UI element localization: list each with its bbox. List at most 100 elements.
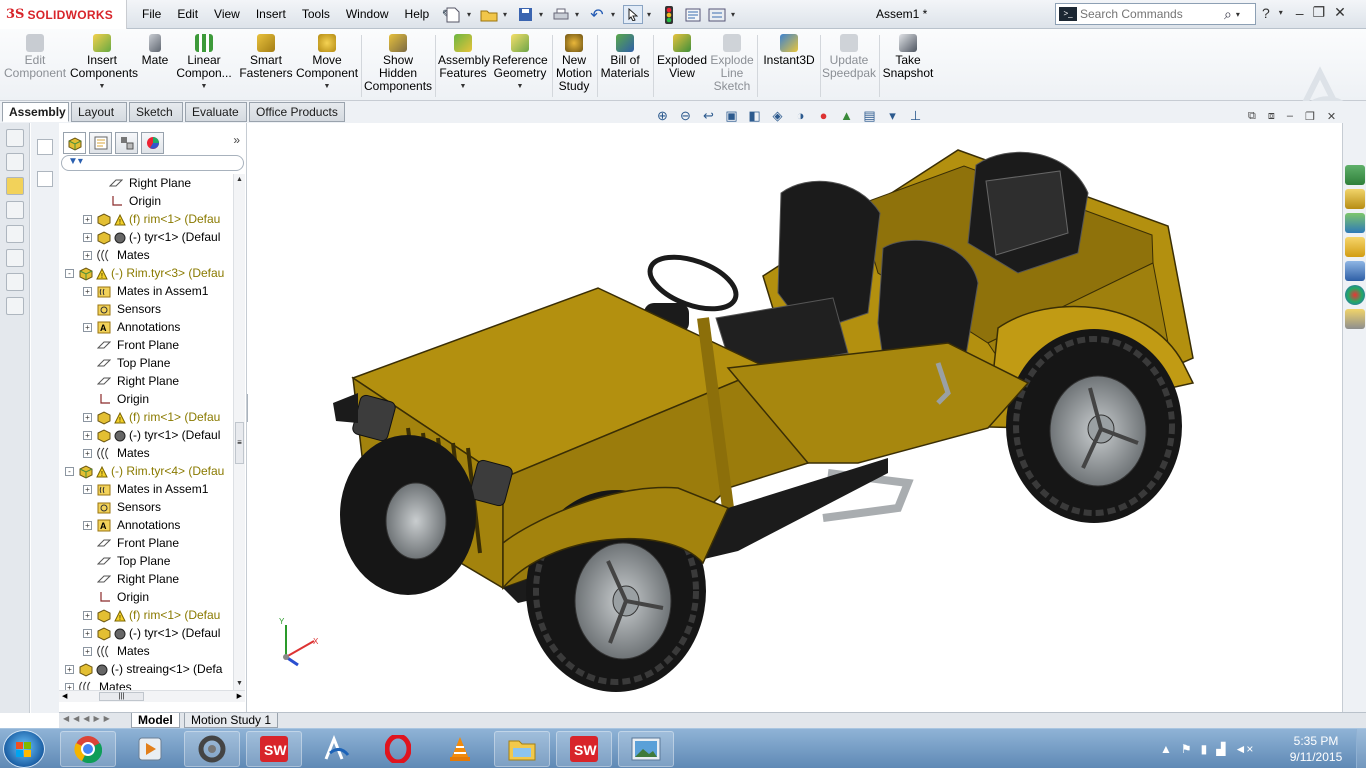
tree-node[interactable]: + Mates <box>59 642 233 660</box>
save-icon[interactable] <box>515 5 535 24</box>
view-orientation-icon[interactable]: ◧ <box>746 108 763 124</box>
system-clock[interactable]: 5:35 PM 9/11/2015 <box>1284 733 1348 765</box>
edit-part-icon[interactable] <box>5 177 24 195</box>
expand-node-icon[interactable]: + <box>83 629 92 638</box>
sketch-tool-icon[interactable] <box>5 129 24 147</box>
explode-line-sketch-button[interactable]: Explode Line Sketch <box>710 34 754 93</box>
collapse-node-icon[interactable]: - <box>65 467 74 476</box>
options-icon[interactable] <box>707 5 727 24</box>
zoom-to-area-icon[interactable]: ⊖ <box>677 108 694 124</box>
assembly-features-button[interactable]: Assembly Features ▼ <box>438 34 490 93</box>
graphics-area[interactable] <box>248 123 1342 712</box>
help-icon[interactable]: ? <box>1262 5 1270 21</box>
menu-edit[interactable]: Edit <box>169 0 206 29</box>
property-manager-tab-icon[interactable] <box>89 132 112 154</box>
menu-tools[interactable]: Tools <box>294 0 338 29</box>
expand-node-icon[interactable]: + <box>83 611 92 620</box>
rotate-view-icon[interactable]: ⊥ <box>907 108 924 124</box>
take-snapshot-button[interactable]: Take Snapshot <box>882 34 934 80</box>
viewport-restore-icon[interactable]: ❐ <box>1305 110 1315 123</box>
tree-node[interactable]: -! (-) Rim.tyr<3> (Defau <box>59 264 233 282</box>
smart-fasteners-button[interactable]: Smart Fasteners <box>238 34 294 80</box>
edit-appearance-icon[interactable]: ● <box>815 108 832 124</box>
close-icon[interactable]: ✕ <box>1334 4 1346 21</box>
viewport-minimize-icon[interactable]: – <box>1287 110 1293 123</box>
print-icon[interactable] <box>551 5 571 24</box>
select-dropdown-icon[interactable]: ▾ <box>647 10 655 19</box>
undo-icon[interactable]: ↶ <box>587 5 607 24</box>
file-properties-icon[interactable] <box>683 5 703 24</box>
jeep-3d-model[interactable] <box>248 123 1342 712</box>
tree-node[interactable]: + (-) tyr<1> (Defaul <box>59 426 233 444</box>
expand-node-icon[interactable]: + <box>83 647 92 656</box>
scroll-up-icon[interactable]: ▲ <box>234 174 245 186</box>
tree-node[interactable]: + A Annotations <box>59 516 233 534</box>
linear-component-dropdown-icon[interactable]: ▼ <box>176 80 232 93</box>
smart-dimension-icon[interactable] <box>5 153 24 171</box>
tree-node[interactable]: Sensors <box>59 498 233 516</box>
tab-evaluate[interactable]: Evaluate <box>185 102 247 122</box>
help-dropdown-icon[interactable]: ▾ <box>1279 8 1287 17</box>
file-explorer-taskbar-icon[interactable] <box>494 731 550 767</box>
tile-view-icon[interactable]: ⧈ <box>1268 110 1275 123</box>
opera-taskbar-icon[interactable] <box>370 731 426 767</box>
resources-icon[interactable] <box>1344 165 1365 185</box>
design-library-icon[interactable] <box>1344 213 1365 233</box>
show-hidden-icons-icon[interactable]: ▲ <box>1160 742 1172 756</box>
tab-navigation-icon[interactable]: ◀◀◀▶▶ <box>63 714 114 723</box>
expand-node-icon[interactable]: + <box>65 665 74 674</box>
hud-dropdown-icon[interactable]: ▾ <box>884 108 901 124</box>
tree-node[interactable]: Right Plane <box>59 570 233 588</box>
menu-insert[interactable]: Insert <box>248 0 294 29</box>
scroll-down-icon[interactable]: ▼ <box>234 678 245 690</box>
collapse-node-icon[interactable]: - <box>65 269 74 278</box>
insert-components-dropdown-icon[interactable]: ▼ <box>70 80 134 93</box>
media-player-taskbar-icon[interactable] <box>122 731 178 767</box>
minimize-icon[interactable]: – <box>1296 5 1304 21</box>
tree-node[interactable]: + Mates <box>59 444 233 462</box>
print-dropdown-icon[interactable]: ▾ <box>575 10 583 19</box>
tree-node[interactable]: Front Plane <box>59 336 233 354</box>
feature-tree-tab-icon[interactable] <box>63 132 86 154</box>
tree-node[interactable]: +! (f) rim<1> (Defau <box>59 606 233 624</box>
mold-tools-icon[interactable] <box>5 297 24 315</box>
assembly-features-dropdown-icon[interactable]: ▼ <box>438 80 488 93</box>
surface-icon[interactable] <box>5 225 24 243</box>
update-speedpak-button[interactable]: Update Speedpak <box>822 34 876 80</box>
home-icon[interactable] <box>1344 189 1365 209</box>
hide-show-items-icon[interactable]: ◑ <box>792 108 809 124</box>
solidworks-taskbar-icon[interactable]: SW <box>246 731 302 767</box>
vlc-taskbar-icon[interactable] <box>432 731 488 767</box>
zoom-to-fit-icon[interactable]: ⊕ <box>654 108 671 124</box>
step-icon[interactable] <box>37 171 53 187</box>
menu-view[interactable]: View <box>206 0 248 29</box>
show-desktop-button[interactable] <box>1356 729 1366 768</box>
tree-horizontal-scrollbar[interactable]: ◀ ||| ▶ <box>59 690 245 702</box>
new-dropdown-icon[interactable]: ▾ <box>467 10 475 19</box>
expand-node-icon[interactable]: + <box>83 323 92 332</box>
volume-mute-icon[interactable]: ◄× <box>1235 742 1254 756</box>
expand-node-icon[interactable]: + <box>83 287 92 296</box>
rebuild-icon[interactable] <box>659 5 679 24</box>
expand-node-icon[interactable]: + <box>65 683 74 690</box>
expand-node-icon[interactable]: + <box>83 251 92 260</box>
3dexperience-taskbar-icon[interactable] <box>308 731 364 767</box>
view-settings-icon[interactable]: ▤ <box>861 108 878 124</box>
expand-node-icon[interactable]: + <box>83 233 92 242</box>
select-arrow-icon[interactable] <box>623 5 643 24</box>
tree-node[interactable]: Origin <box>59 192 233 210</box>
expand-node-icon[interactable]: + <box>83 413 92 422</box>
tree-node[interactable]: Sensors <box>59 300 233 318</box>
previous-view-icon[interactable]: ↩ <box>700 108 717 124</box>
features-icon[interactable] <box>5 201 24 219</box>
custom-properties-icon[interactable] <box>1344 309 1365 329</box>
expand-node-icon[interactable]: + <box>83 485 92 494</box>
expand-node-icon[interactable]: + <box>83 521 92 530</box>
move-component-dropdown-icon[interactable]: ▼ <box>296 80 358 93</box>
menu-window[interactable]: Window <box>338 0 397 29</box>
move-component-button[interactable]: Move Component ▼ <box>296 34 358 93</box>
tree-node[interactable]: +! (f) rim<1> (Defau <box>59 210 233 228</box>
tree-node[interactable]: + A Annotations <box>59 318 233 336</box>
tab-motion-study-1[interactable]: Motion Study 1 <box>184 713 279 728</box>
device-icon[interactable]: ▮ <box>1201 742 1208 756</box>
